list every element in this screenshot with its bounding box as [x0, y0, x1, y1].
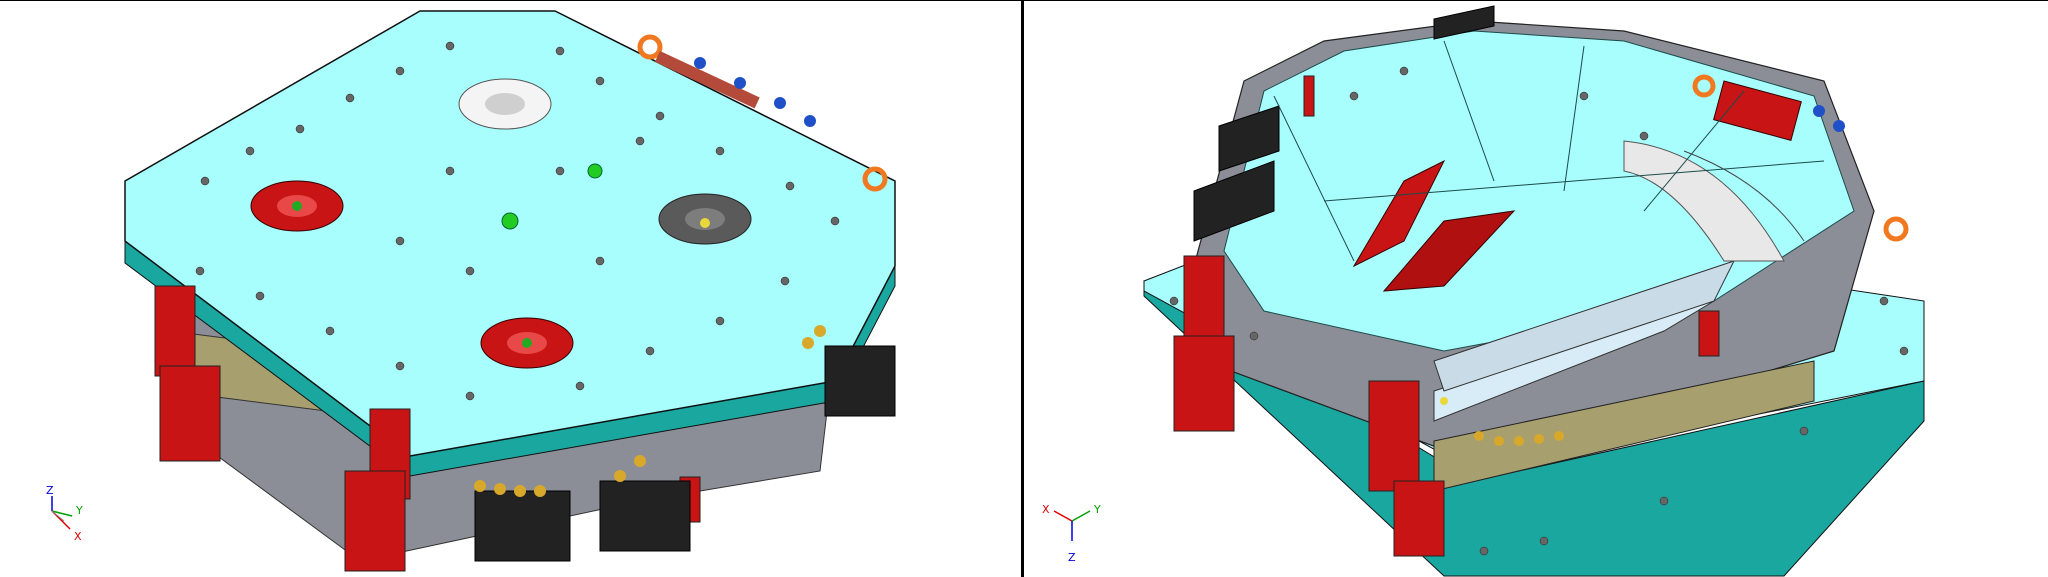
triad-label-x: X [1042, 503, 1050, 516]
viewport-left[interactable]: Z Y X [0, 1, 1021, 577]
mold-top-view[interactable]: Z Y X [0, 1, 1021, 577]
cad-window: Z Y X X Y Z [0, 0, 2048, 577]
viewport-right[interactable]: X Y Z [1024, 1, 2048, 577]
triad-label-y: Y [75, 504, 83, 517]
axis-triad-icon: Z Y X [46, 484, 83, 543]
triad-label-x: X [74, 530, 82, 543]
triad-label-z: Z [46, 484, 54, 497]
mold-cavity-view[interactable]: X Y Z [1024, 1, 2048, 577]
triad-label-z: Z [1068, 551, 1076, 564]
axis-triad-icon: X Y Z [1042, 503, 1101, 564]
triad-label-y: Y [1093, 503, 1101, 516]
